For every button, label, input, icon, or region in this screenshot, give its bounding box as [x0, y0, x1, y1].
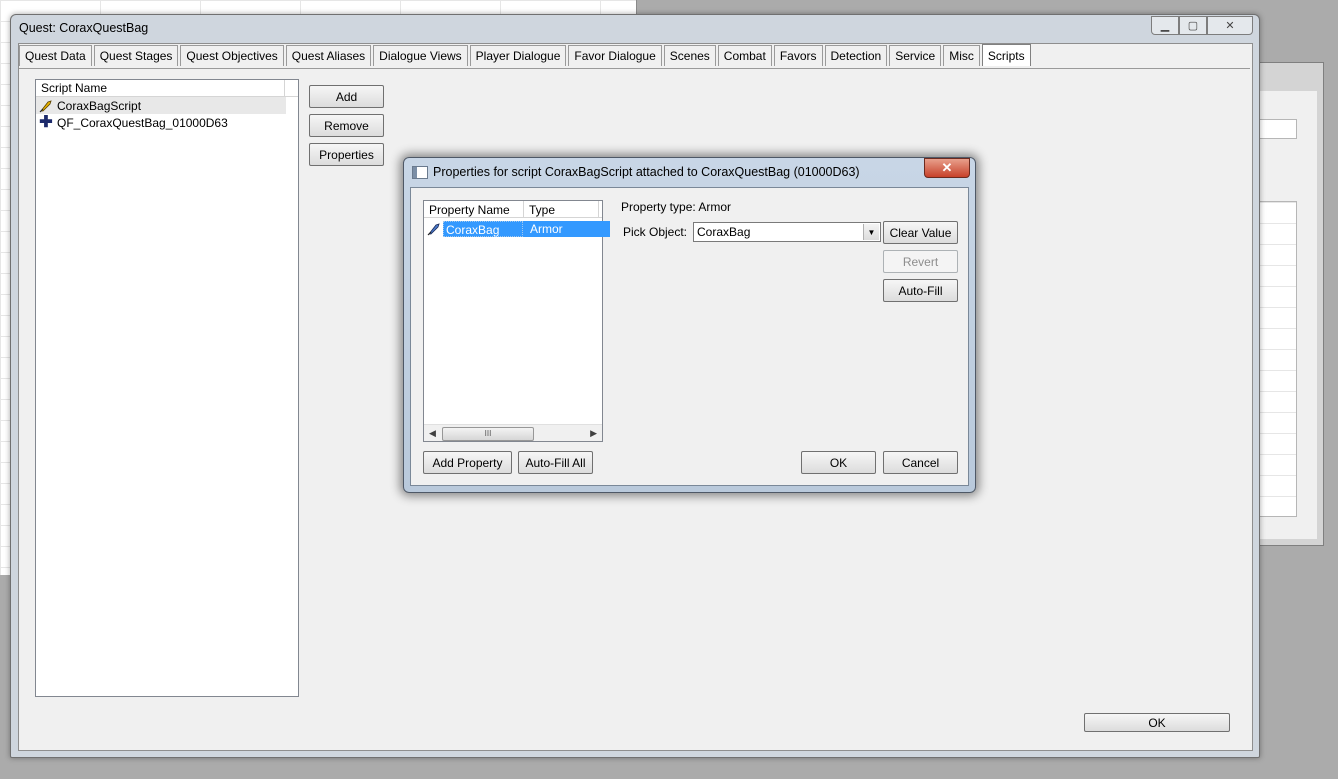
scroll-right-icon[interactable]: ▶ [590, 428, 597, 439]
properties-button[interactable]: Properties [309, 143, 384, 166]
maximize-icon: ▢ [1187, 20, 1199, 32]
auto-fill-all-button[interactable]: Auto-Fill All [518, 451, 593, 474]
column-separator [523, 201, 524, 217]
tab-scripts[interactable]: Scripts [981, 44, 1031, 66]
tab-quest-data[interactable]: Quest Data [19, 45, 92, 66]
scroll-thumb[interactable]: III [442, 427, 534, 441]
tab-combat[interactable]: Combat [717, 45, 772, 66]
tab-scenes[interactable]: Scenes [663, 45, 716, 66]
script-item-label: QF_CoraxQuestBag_01000D63 [57, 115, 228, 130]
ok-button[interactable]: OK [1084, 713, 1230, 732]
window-icon [412, 166, 428, 179]
tab-quest-objectives[interactable]: Quest Objectives [180, 45, 284, 66]
background-window-field [1259, 119, 1297, 139]
property-type-label: Property type: Armor [621, 200, 732, 214]
tab-bar: Quest Data Quest Stages Quest Objectives… [19, 44, 1033, 66]
minimize-button[interactable]: ▁ [1151, 16, 1179, 35]
tab-service[interactable]: Service [889, 45, 942, 66]
revert-button[interactable]: Revert [883, 250, 958, 273]
dialog-client: Property Name Type CoraxBag Armor ◀ III … [410, 187, 969, 486]
background-window-right [1258, 62, 1324, 546]
scroll-left-icon[interactable]: ◀ [429, 428, 436, 439]
pick-object-value: CoraxBag [697, 225, 751, 239]
pick-object-dropdown[interactable]: CoraxBag ▼ [693, 222, 881, 242]
maximize-button[interactable]: ▢ [1179, 16, 1207, 35]
property-list-header: Property Name Type [424, 201, 602, 218]
property-list[interactable]: Property Name Type CoraxBag Armor ◀ III … [423, 200, 610, 442]
minimize-icon: ▁ [1160, 20, 1170, 32]
property-quill-icon [427, 223, 440, 236]
chevron-down-icon[interactable]: ▼ [863, 224, 879, 240]
background-window-client [1259, 91, 1317, 539]
script-list[interactable]: Script Name CoraxBagScript ✚ QF_CoraxQue… [35, 79, 299, 697]
tab-favors[interactable]: Favors [773, 45, 823, 66]
quill-icon [39, 99, 52, 112]
column-separator [598, 201, 599, 217]
property-name-column-header[interactable]: Property Name [429, 203, 510, 217]
window-title: Quest: CoraxQuestBag [19, 21, 149, 35]
tab-favor-dialogue[interactable]: Favor Dialogue [568, 45, 662, 66]
dialog-close-button[interactable]: ✕ [924, 158, 970, 178]
auto-fill-button[interactable]: Auto-Fill [883, 279, 958, 302]
tab-misc[interactable]: Misc [943, 45, 980, 66]
tab-player-dialogue[interactable]: Player Dialogue [469, 45, 567, 66]
property-row[interactable]: CoraxBag Armor [426, 221, 610, 237]
remove-script-button[interactable]: Remove [309, 114, 384, 137]
properties-dialog: Properties for script CoraxBagScript att… [403, 157, 976, 493]
script-name-column-header: Script Name [41, 81, 108, 95]
property-name-cell: CoraxBag [443, 221, 523, 237]
tab-quest-aliases[interactable]: Quest Aliases [285, 45, 372, 66]
pick-object-label: Pick Object: [623, 225, 688, 239]
clear-value-button[interactable]: Clear Value [883, 221, 958, 244]
script-item-label: CoraxBagScript [57, 98, 142, 113]
type-column-header[interactable]: Type [529, 203, 555, 217]
plus-icon: ✚ [39, 113, 53, 131]
script-list-header[interactable]: Script Name [36, 80, 298, 97]
dialog-cancel-button[interactable]: Cancel [883, 451, 958, 474]
background-window-list [1259, 201, 1297, 517]
script-list-item[interactable]: ✚ QF_CoraxQuestBag_01000D63 [36, 114, 298, 131]
close-button[interactable]: ✕ [1207, 16, 1253, 35]
property-type-cell: Armor [523, 221, 610, 237]
add-script-button[interactable]: Add [309, 85, 384, 108]
dialog-title: Properties for script CoraxBagScript att… [433, 165, 860, 179]
tab-quest-stages[interactable]: Quest Stages [93, 45, 179, 66]
column-separator [284, 80, 285, 96]
tab-detection[interactable]: Detection [824, 45, 888, 66]
close-icon: ✕ [941, 160, 953, 175]
script-list-item[interactable]: CoraxBagScript [36, 97, 286, 114]
window-controls: ▁ ▢ ✕ [1151, 16, 1253, 35]
add-property-button[interactable]: Add Property [423, 451, 512, 474]
tab-dialogue-views[interactable]: Dialogue Views [373, 45, 468, 66]
close-icon: ✕ [1225, 20, 1235, 32]
horizontal-scrollbar[interactable]: ◀ III ▶ [424, 424, 602, 441]
dialog-ok-button[interactable]: OK [801, 451, 876, 474]
